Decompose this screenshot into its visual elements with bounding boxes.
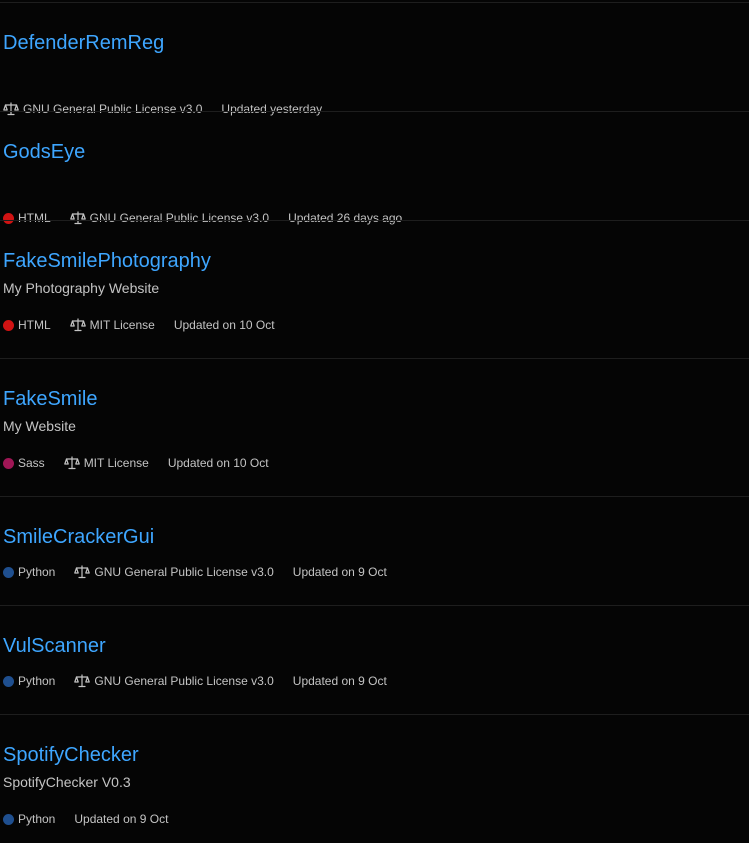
language-color-dot-icon bbox=[3, 212, 14, 224]
repo-meta: GNU General Public License v3.0 Updated y… bbox=[3, 101, 322, 117]
repo-updated: Updated on 10 Oct bbox=[167, 456, 269, 470]
scale-icon bbox=[74, 674, 91, 688]
repo-description: My Photography Website bbox=[3, 280, 160, 296]
language-color-dot-icon bbox=[3, 457, 14, 469]
repo-divider bbox=[0, 220, 749, 221]
repo-language-label: Python bbox=[18, 674, 56, 688]
repo-language-label: HTML bbox=[18, 211, 51, 225]
repo-license-label: MIT License bbox=[83, 456, 149, 470]
repo-meta: Python GNU General Public License v3.0 Upd… bbox=[3, 564, 387, 580]
repo-divider bbox=[0, 605, 749, 606]
repo-item: FakeSmile My Website Sass MIT License Update… bbox=[0, 387, 749, 487]
repo-name-link[interactable]: SpotifyChecker bbox=[3, 743, 139, 767]
repo-meta: Python GNU General Public License v3.0 Upd… bbox=[3, 673, 387, 689]
repo-language-label: Python bbox=[18, 565, 56, 579]
repo-name-link[interactable]: SmileCrackerGui bbox=[3, 525, 154, 549]
repo-item: GodsEye HTML GNU General Public License v3… bbox=[0, 140, 749, 240]
repo-divider bbox=[0, 358, 749, 359]
repo-description: My Website bbox=[3, 418, 76, 434]
repo-item: SpotifyChecker SpotifyChecker V0.3 Python U… bbox=[0, 743, 749, 843]
repo-updated: Updated on 9 Oct bbox=[74, 812, 169, 826]
repo-license-label: MIT License bbox=[89, 318, 155, 332]
repo-language: Python bbox=[3, 812, 55, 826]
repo-description: SpotifyChecker V0.3 bbox=[3, 774, 131, 790]
repo-license: GNU General Public License v3.0 bbox=[74, 565, 274, 579]
scale-icon bbox=[3, 102, 19, 116]
repo-item: VulScanner Python GNU General Public Licen… bbox=[0, 634, 749, 734]
repo-meta: Python Updated on 9 Oct bbox=[3, 811, 168, 827]
repo-updated: Updated on 10 Oct bbox=[173, 318, 275, 332]
repo-license-label: GNU General Public License v3.0 bbox=[89, 211, 270, 225]
repo-meta: HTML GNU General Public License v3.0 Updat… bbox=[3, 210, 402, 226]
repo-language: Sass bbox=[3, 456, 45, 470]
repo-name-link[interactable]: VulScanner bbox=[3, 634, 106, 658]
language-color-dot-icon bbox=[3, 675, 14, 687]
top-divider bbox=[0, 2, 749, 3]
scale-icon bbox=[69, 211, 86, 225]
repo-language-label: Python bbox=[18, 812, 56, 826]
language-color-dot-icon bbox=[3, 566, 14, 578]
repo-license-label: GNU General Public License v3.0 bbox=[94, 674, 274, 688]
repo-updated: Updated on 9 Oct bbox=[292, 674, 387, 688]
repo-name-link[interactable]: GodsEye bbox=[3, 140, 85, 164]
repo-updated: Updated 26 days ago bbox=[288, 211, 403, 225]
repo-language: Python bbox=[3, 674, 55, 688]
repo-item: FakeSmilePhotography My Photography Websi… bbox=[0, 249, 749, 349]
repo-language: HTML bbox=[3, 211, 51, 225]
scale-icon bbox=[69, 318, 86, 332]
repo-license-label: GNU General Public License v3.0 bbox=[94, 565, 274, 579]
repo-name-link[interactable]: FakeSmile bbox=[3, 387, 97, 411]
language-color-dot-icon bbox=[3, 813, 14, 825]
repo-updated: Updated yesterday bbox=[221, 102, 323, 116]
repo-license: GNU General Public License v3.0 bbox=[3, 102, 202, 116]
repo-meta: Sass MIT License Updated on 10 Oct bbox=[3, 455, 269, 471]
repo-license: MIT License bbox=[63, 456, 149, 470]
scale-icon bbox=[63, 456, 80, 470]
repo-license: MIT License bbox=[69, 318, 155, 332]
scale-icon bbox=[74, 565, 91, 579]
repo-meta: HTML MIT License Updated on 10 Oct bbox=[3, 317, 275, 333]
repo-item: DefenderRemReg GNU General Public License… bbox=[0, 31, 749, 131]
repo-license: GNU General Public License v3.0 bbox=[69, 211, 270, 225]
repo-name-link[interactable]: DefenderRemReg bbox=[3, 31, 164, 55]
repo-language: HTML bbox=[3, 318, 51, 332]
repo-divider bbox=[0, 496, 749, 497]
repo-language: Python bbox=[3, 565, 55, 579]
repo-item: SmileCrackerGui Python GNU General Public … bbox=[0, 525, 749, 625]
repo-license: GNU General Public License v3.0 bbox=[74, 674, 274, 688]
repo-divider bbox=[0, 714, 749, 715]
language-color-dot-icon bbox=[3, 319, 14, 331]
repo-license-label: GNU General Public License v3.0 bbox=[23, 102, 203, 116]
repo-name-link[interactable]: FakeSmilePhotography bbox=[3, 249, 211, 273]
repo-divider bbox=[0, 111, 749, 112]
repo-language-label: Sass bbox=[18, 456, 45, 470]
repo-language-label: HTML bbox=[18, 318, 51, 332]
repo-updated: Updated on 9 Oct bbox=[292, 565, 387, 579]
